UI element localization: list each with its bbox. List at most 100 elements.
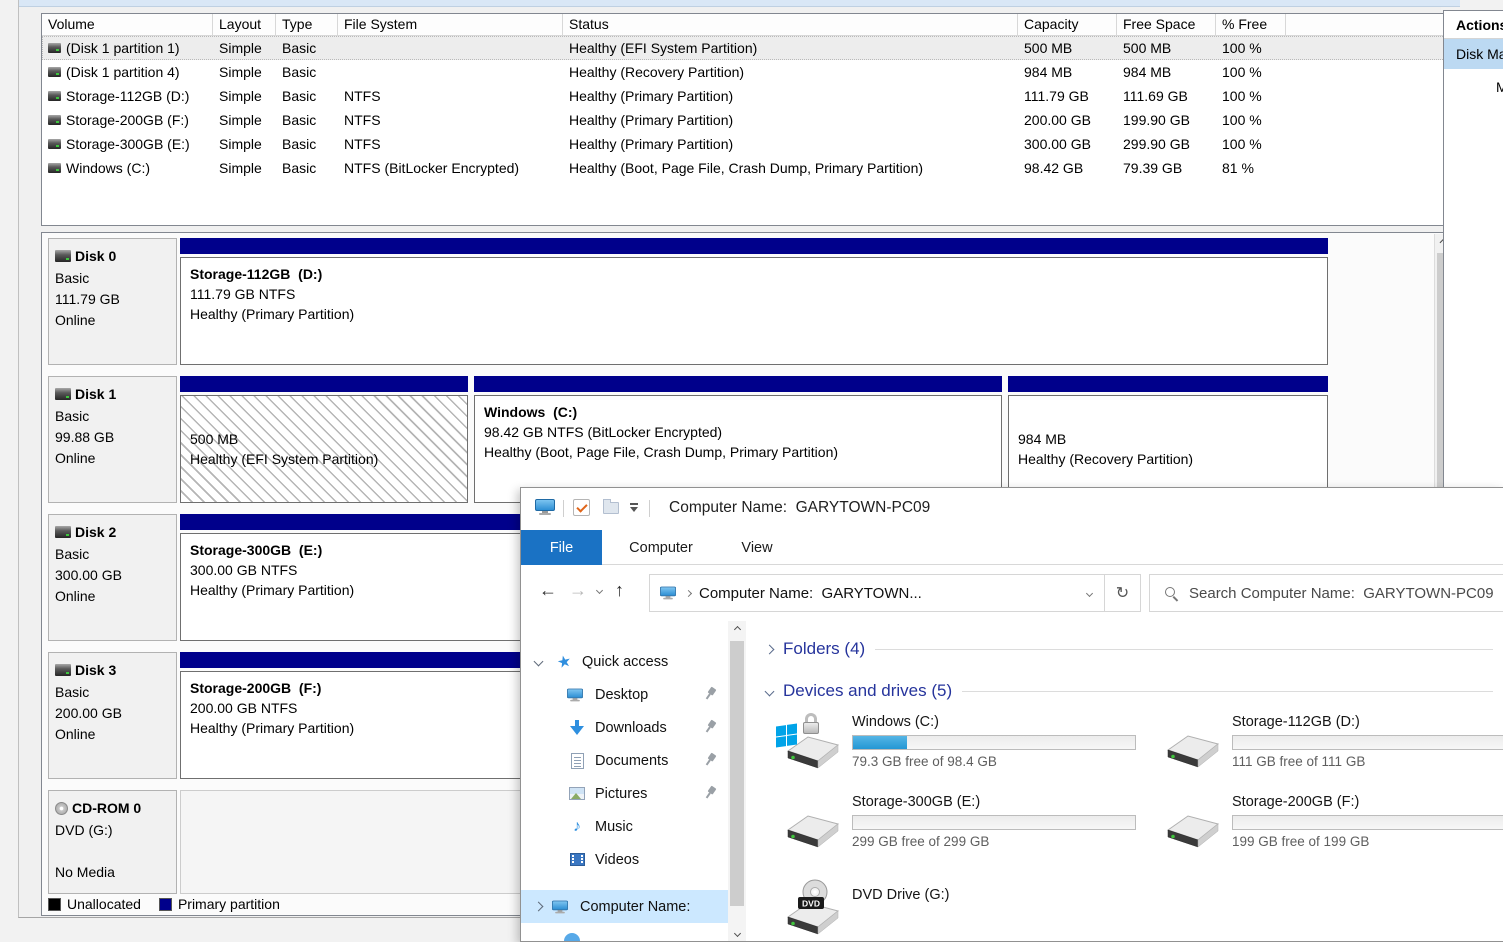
sidebar-item-pictures[interactable]: Pictures — [521, 777, 728, 810]
refresh-button[interactable]: ↻ — [1105, 574, 1141, 612]
partition-storage-112gb[interactable]: Storage-112GB (D:) 111.79 GB NTFS Health… — [180, 238, 1328, 365]
column-header-capacity[interactable]: Capacity — [1018, 14, 1117, 35]
partition-efi-system[interactable]: 500 MB Healthy (EFI System Partition) — [180, 376, 468, 503]
address-bar[interactable]: Computer Name: GARYTOWN... — [649, 574, 1105, 612]
actions-panel-title: Actions — [1444, 11, 1503, 39]
up-button[interactable]: ↑ — [615, 580, 624, 601]
navigation-scrollbar[interactable] — [728, 621, 746, 941]
cdrom-0-label[interactable]: CD-ROM 0 DVD (G:) No Media — [48, 790, 177, 894]
volume-pct-free: 100 % — [1216, 112, 1286, 128]
expand-chevron-icon[interactable] — [534, 902, 544, 912]
capacity-bar — [852, 735, 1136, 750]
disk-name: Disk 1 — [75, 386, 116, 402]
partition-windows-c[interactable]: Windows (C:) 98.42 GB NTFS (BitLocker En… — [474, 376, 1002, 503]
volume-row-disk1-partition4[interactable]: (Disk 1 partition 4) Simple Basic Health… — [42, 60, 1455, 84]
drive-tile-storage-300gb[interactable]: Storage-300GB (E:) 299 GB free of 299 GB — [774, 793, 1154, 863]
drive-name: Storage-300GB (E:) — [852, 794, 1154, 810]
column-header-type[interactable]: Type — [276, 14, 338, 35]
volume-type: Basic — [276, 112, 338, 128]
volume-row-windows-c[interactable]: Windows (C:) Simple Basic NTFS (BitLocke… — [42, 156, 1455, 180]
tab-view[interactable]: View — [733, 530, 781, 565]
actions-more-actions[interactable]: More Actions — [1496, 79, 1503, 95]
collapse-chevron-icon[interactable] — [534, 657, 544, 667]
partition-health: Healthy (Recovery Partition) — [1018, 449, 1318, 469]
address-location-text[interactable]: Computer Name: GARYTOWN... — [699, 585, 922, 602]
group-label[interactable]: Folders (4) — [783, 639, 865, 659]
drive-tile-storage-200gb[interactable]: Storage-200GB (F:) 199 GB free of 199 GB — [1154, 793, 1503, 863]
customize-quick-access-toolbar-icon[interactable] — [629, 503, 639, 513]
sidebar-item-documents[interactable]: Documents — [521, 744, 728, 777]
computer-icon — [552, 900, 568, 913]
column-header-status[interactable]: Status — [563, 14, 1018, 35]
column-header-volume[interactable]: Volume — [42, 14, 213, 35]
volume-icon — [48, 139, 61, 149]
partition-recovery[interactable]: 984 MB Healthy (Recovery Partition) — [1008, 376, 1328, 503]
recent-locations-icon[interactable] — [596, 587, 603, 594]
column-header-file-system[interactable]: File System — [338, 14, 563, 35]
disk-icon — [55, 526, 71, 538]
group-header-folders[interactable]: Folders (4) — [766, 639, 1493, 659]
search-placeholder-text[interactable]: Search Computer Name: GARYTOWN-PC09 — [1189, 585, 1494, 602]
videos-icon — [570, 853, 585, 866]
titlebar-separator — [649, 500, 650, 517]
quick-access-check-icon[interactable] — [573, 499, 590, 516]
disk-1-label[interactable]: Disk 1 Basic 99.88 GB Online — [48, 376, 177, 503]
back-button[interactable]: ← — [539, 580, 557, 601]
pin-icon — [701, 751, 719, 769]
volume-row-disk1-partition1[interactable]: (Disk 1 partition 1) Simple Basic Health… — [42, 36, 1455, 60]
volume-fs: NTFS — [338, 88, 563, 104]
capacity-bar — [1232, 815, 1503, 830]
column-header-free-space[interactable]: Free Space — [1117, 14, 1216, 35]
group-label[interactable]: Devices and drives (5) — [783, 681, 952, 701]
volume-free: 111.69 GB — [1117, 88, 1216, 104]
scroll-down-icon[interactable] — [728, 925, 746, 941]
scrollbar-thumb[interactable] — [730, 641, 744, 906]
volume-capacity: 300.00 GB — [1018, 136, 1117, 152]
sidebar-item-music[interactable]: ♪ Music — [521, 810, 728, 843]
disk-2-label[interactable]: Disk 2 Basic 300.00 GB Online — [48, 514, 177, 641]
actions-item-disk-management[interactable]: Disk Management — [1444, 39, 1503, 69]
volume-name: Storage-200GB (F:) — [66, 112, 189, 128]
primary-partition-strip — [180, 238, 1328, 254]
sidebar-item-quick-access[interactable]: ★ Quick access — [521, 645, 728, 678]
group-collapsed-chevron-icon[interactable] — [765, 644, 775, 654]
drive-tile-storage-112gb[interactable]: Storage-112GB (D:) 111 GB free of 111 GB — [1154, 713, 1503, 783]
sidebar-item-downloads[interactable]: Downloads — [521, 711, 728, 744]
drive-tile-windows-c[interactable]: Windows (C:) 79.3 GB free of 98.4 GB — [774, 713, 1154, 783]
group-expanded-chevron-icon[interactable] — [765, 686, 775, 696]
tab-computer[interactable]: Computer — [621, 530, 701, 565]
drive-icon — [774, 793, 852, 863]
primary-partition-strip — [474, 376, 1002, 392]
address-dropdown-icon[interactable] — [1086, 589, 1093, 596]
column-header-layout[interactable]: Layout — [213, 14, 276, 35]
explorer-titlebar[interactable]: Computer Name: GARYTOWN-PC09 — [521, 488, 1503, 530]
sidebar-item-videos[interactable]: Videos — [521, 843, 728, 876]
breadcrumb-chevron-icon[interactable] — [685, 589, 692, 596]
drive-name: DVD Drive (G:) — [852, 887, 1154, 903]
volume-row-storage-300gb[interactable]: Storage-300GB (E:) Simple Basic NTFS Hea… — [42, 132, 1455, 156]
search-box[interactable]: Search Computer Name: GARYTOWN-PC09 — [1149, 574, 1503, 612]
quick-access-folder-icon[interactable] — [603, 502, 619, 514]
disk-3-label[interactable]: Disk 3 Basic 200.00 GB Online — [48, 652, 177, 779]
scroll-up-icon[interactable] — [728, 621, 746, 637]
disk-0-label[interactable]: Disk 0 Basic 111.79 GB Online — [48, 238, 177, 365]
sidebar-item-label: Downloads — [595, 720, 667, 736]
volume-layout: Simple — [213, 112, 276, 128]
sidebar-item-desktop[interactable]: Desktop — [521, 678, 728, 711]
volume-layout: Simple — [213, 40, 276, 56]
partition-title: Windows (C:) — [484, 402, 992, 422]
free-space-text: 199 GB free of 199 GB — [1232, 834, 1503, 849]
volume-row-storage-112gb[interactable]: Storage-112GB (D:) Simple Basic NTFS Hea… — [42, 84, 1455, 108]
column-header-pct-free[interactable]: % Free — [1216, 14, 1286, 35]
address-location-icon — [660, 587, 676, 600]
sidebar-item-computer[interactable]: Computer Name: — [521, 890, 728, 923]
tab-file[interactable]: File — [521, 530, 602, 565]
address-bar-row: ← → ↑ Computer Name: GARYTOWN... ↻ Searc… — [521, 566, 1503, 621]
forward-button[interactable]: → — [569, 580, 587, 601]
volume-row-storage-200gb[interactable]: Storage-200GB (F:) Simple Basic NTFS Hea… — [42, 108, 1455, 132]
group-header-devices-drives[interactable]: Devices and drives (5) — [766, 681, 1493, 701]
music-icon: ♪ — [573, 818, 581, 836]
drive-tile-dvd-g[interactable]: DVD DVD Drive (G:) — [774, 873, 1154, 942]
volume-icon — [48, 115, 61, 125]
volume-layout: Simple — [213, 88, 276, 104]
